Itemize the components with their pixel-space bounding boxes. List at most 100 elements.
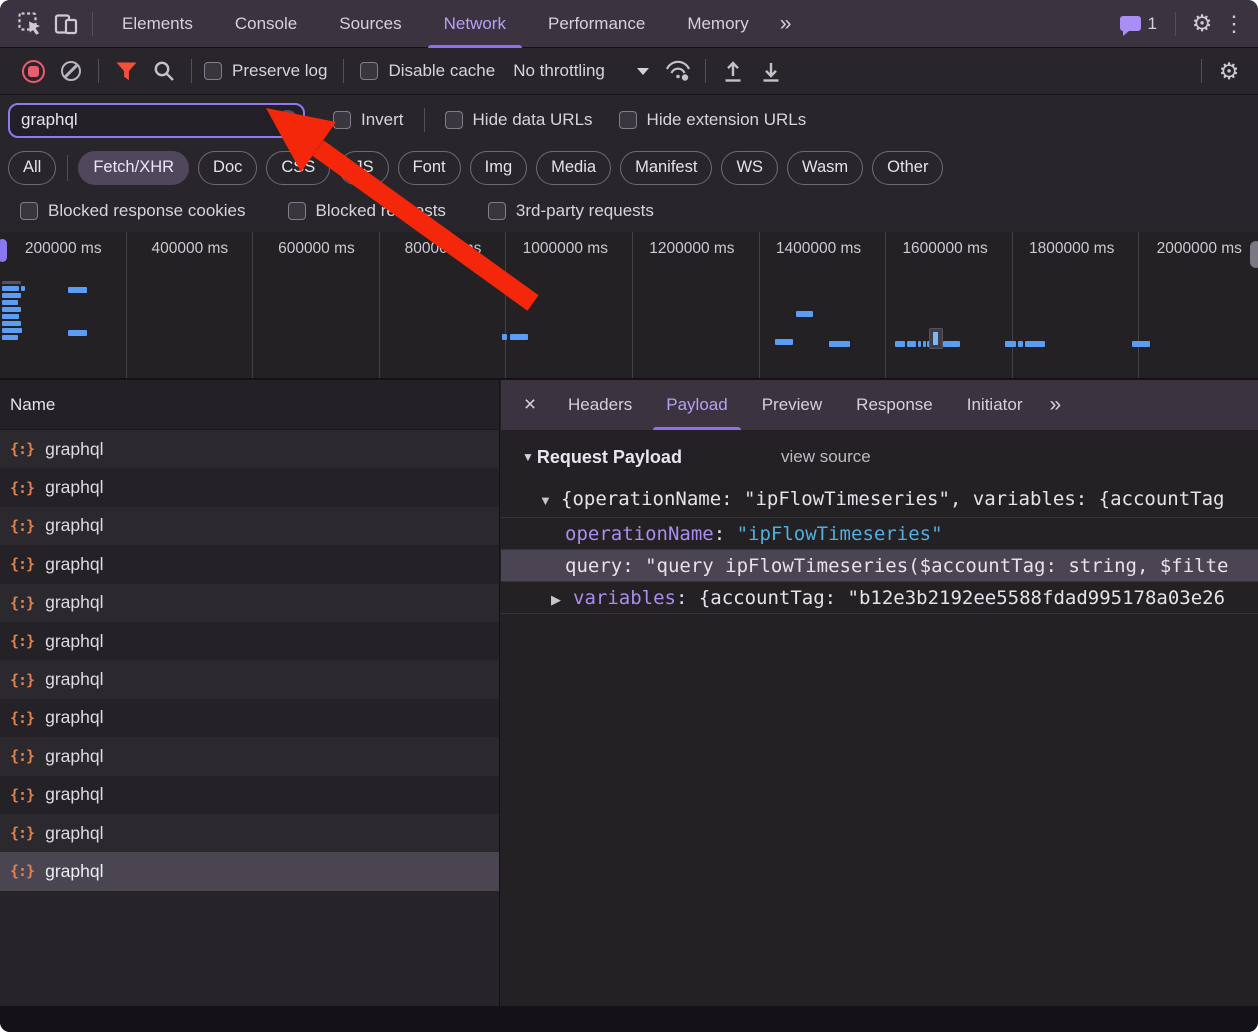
- network-conditions-icon[interactable]: [659, 51, 697, 91]
- inspect-element-icon[interactable]: [12, 0, 48, 48]
- overview-scroll-handle[interactable]: [0, 239, 7, 262]
- payload-row[interactable]: operationName: "ipFlowTimeseries": [501, 518, 1258, 550]
- request-row[interactable]: {:}graphql: [0, 545, 499, 583]
- waterfall-bar: [502, 334, 507, 340]
- blocked-requests-checkbox[interactable]: Blocked requests: [288, 201, 446, 221]
- more-detail-tabs-icon[interactable]: »: [1039, 393, 1071, 417]
- request-row[interactable]: {:}graphql: [0, 660, 499, 698]
- issues-counter[interactable]: 1: [1120, 14, 1157, 34]
- chip-js[interactable]: JS: [339, 151, 388, 185]
- waterfall-bar: [1132, 341, 1150, 347]
- chip-media[interactable]: Media: [536, 151, 611, 185]
- tab-elements[interactable]: Elements: [101, 0, 214, 48]
- detail-tab-preview[interactable]: Preview: [745, 380, 839, 430]
- detail-tab-bar: × HeadersPayloadPreviewResponseInitiator…: [501, 380, 1258, 430]
- request-row[interactable]: {:}graphql: [0, 507, 499, 545]
- waterfall-bar: [2, 293, 21, 298]
- waterfall-bar: [796, 311, 813, 317]
- hide-data-urls-checkbox[interactable]: Hide data URLs: [445, 110, 593, 130]
- close-icon[interactable]: ×: [509, 380, 551, 430]
- chip-all[interactable]: All: [8, 151, 56, 185]
- 3rd-party-requests-checkbox[interactable]: 3rd-party requests: [488, 201, 654, 221]
- network-settings-gear-icon[interactable]: ⚙: [1210, 51, 1248, 91]
- detail-tabs: HeadersPayloadPreviewResponseInitiator: [551, 380, 1039, 430]
- json-request-icon: {:}: [10, 824, 34, 842]
- hide-data-urls-label: Hide data URLs: [473, 110, 593, 130]
- clear-network-log-button[interactable]: [52, 51, 90, 91]
- import-har-icon[interactable]: [714, 51, 752, 91]
- export-har-icon[interactable]: [752, 51, 790, 91]
- detail-tab-initiator[interactable]: Initiator: [950, 380, 1040, 430]
- checkbox[interactable]: [204, 62, 222, 80]
- disable-cache-checkbox[interactable]: Disable cache: [360, 61, 495, 81]
- settings-gear-icon[interactable]: ⚙: [1184, 0, 1220, 48]
- chip-other[interactable]: Other: [872, 151, 943, 185]
- request-row[interactable]: {:}graphql: [0, 852, 499, 890]
- request-row[interactable]: {:}graphql: [0, 776, 499, 814]
- network-overview: 200000 ms400000 ms600000 ms800000 ms1000…: [0, 232, 1258, 380]
- detail-tab-response[interactable]: Response: [839, 380, 950, 430]
- waterfall-bar: [1025, 341, 1045, 347]
- divider: [424, 108, 425, 132]
- view-source-link[interactable]: view source: [781, 447, 871, 467]
- chip-css[interactable]: CSS: [266, 151, 330, 185]
- kebab-menu-icon[interactable]: ⋮: [1220, 0, 1248, 48]
- payload-row[interactable]: query: "query ipFlowTimeseries($accountT…: [501, 550, 1258, 582]
- detail-tab-payload[interactable]: Payload: [649, 380, 744, 430]
- checkbox[interactable]: [360, 62, 378, 80]
- device-toolbar-icon[interactable]: [48, 0, 84, 48]
- payload-row[interactable]: ▶variables: {accountTag: "b12e3b2192ee55…: [501, 582, 1258, 614]
- checkbox[interactable]: [445, 111, 463, 129]
- hide-extension-urls-checkbox[interactable]: Hide extension URLs: [619, 110, 807, 130]
- json-request-icon: {:}: [10, 671, 34, 689]
- throttling-dropdown[interactable]: No throttling: [513, 61, 649, 81]
- overview-scroll-thumb[interactable]: [1250, 241, 1258, 268]
- checkbox[interactable]: [619, 111, 637, 129]
- request-name: graphql: [45, 439, 103, 460]
- tab-memory[interactable]: Memory: [666, 0, 769, 48]
- search-icon[interactable]: [145, 51, 183, 91]
- chip-ws[interactable]: WS: [721, 151, 778, 185]
- request-row[interactable]: {:}graphql: [0, 584, 499, 622]
- filter-funnel-icon[interactable]: [107, 51, 145, 91]
- checkbox[interactable]: [288, 202, 306, 220]
- chip-img[interactable]: Img: [470, 151, 528, 185]
- chip-font[interactable]: Font: [398, 151, 461, 185]
- request-row[interactable]: {:}graphql: [0, 468, 499, 506]
- code-segment: operationName: [565, 523, 714, 545]
- detail-tab-headers[interactable]: Headers: [551, 380, 649, 430]
- request-row[interactable]: {:} graphql: [0, 737, 499, 775]
- filter-input[interactable]: [8, 103, 305, 138]
- request-row[interactable]: {:}graphql: [0, 430, 499, 468]
- request-name: graphql: [45, 592, 103, 613]
- tab-sources[interactable]: Sources: [318, 0, 422, 48]
- chip-doc[interactable]: Doc: [198, 151, 257, 185]
- waterfall-bar: [2, 281, 21, 284]
- payload-row[interactable]: ▼{operationName: "ipFlowTimeseries", var…: [501, 484, 1258, 518]
- blocked-response-cookies-checkbox[interactable]: Blocked response cookies: [20, 201, 246, 221]
- expand-right-icon[interactable]: ▶: [551, 584, 573, 614]
- chip-manifest[interactable]: Manifest: [620, 151, 712, 185]
- tab-console[interactable]: Console: [214, 0, 318, 48]
- checkbox[interactable]: [333, 111, 351, 129]
- record-network-log-button[interactable]: [14, 51, 52, 91]
- expand-down-icon[interactable]: ▼: [539, 486, 561, 516]
- checkbox[interactable]: [20, 202, 38, 220]
- chip-fetch-xhr[interactable]: Fetch/XHR: [78, 151, 189, 185]
- collapse-section-icon[interactable]: ▼: [522, 450, 534, 464]
- name-column-header[interactable]: Name: [0, 380, 499, 430]
- json-request-icon: {:}: [10, 747, 34, 765]
- request-row[interactable]: {:}graphql: [0, 814, 499, 852]
- request-name: graphql: [45, 746, 103, 767]
- clear-filter-icon[interactable]: ×: [277, 110, 298, 131]
- preserve-log-checkbox[interactable]: Preserve log: [204, 61, 327, 81]
- tab-network[interactable]: Network: [423, 0, 527, 48]
- tab-performance[interactable]: Performance: [527, 0, 666, 48]
- invert-checkbox[interactable]: Invert: [333, 110, 404, 130]
- request-row[interactable]: {:}graphql: [0, 699, 499, 737]
- request-row[interactable]: {:}graphql: [0, 622, 499, 660]
- checkbox[interactable]: [488, 202, 506, 220]
- more-panels-icon[interactable]: »: [770, 12, 802, 36]
- waterfall-bar: [923, 341, 926, 347]
- chip-wasm[interactable]: Wasm: [787, 151, 863, 185]
